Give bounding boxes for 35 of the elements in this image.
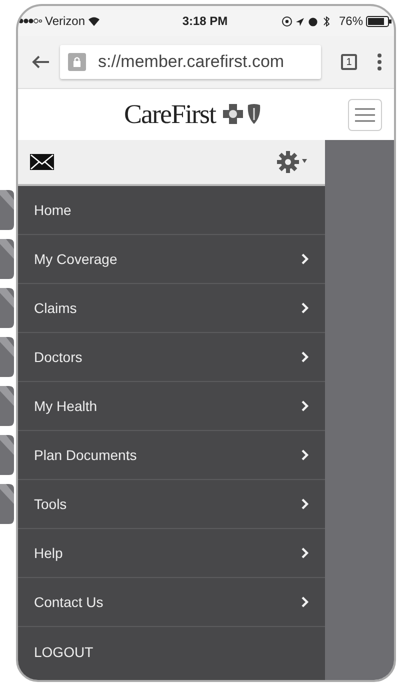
battery-percent: 76% (338, 14, 364, 28)
menu-item-label: Home (34, 202, 72, 218)
menu-item-label: Doctors (34, 349, 82, 365)
side-tab-drawing (0, 337, 14, 377)
side-tab-drawing (0, 435, 14, 475)
address-bar[interactable]: s://member.carefirst.com (60, 45, 321, 79)
menu-item-label: Tools (34, 496, 67, 512)
back-arrow-icon[interactable] (32, 55, 50, 69)
menu-item-label: Plan Documents (34, 447, 137, 463)
url-text: s://member.carefirst.com (98, 52, 284, 72)
menu-icon (355, 108, 375, 122)
wifi-icon (88, 16, 100, 26)
side-tab-drawing (0, 484, 14, 524)
clock-time: 3:18 PM (182, 14, 228, 28)
menu-item-label: Help (34, 545, 63, 561)
carrier-name: Verizon (45, 14, 86, 28)
battery-icon (366, 16, 392, 26)
menu-item-label: My Health (34, 398, 98, 414)
menu-item-label: LOGOUT (34, 644, 94, 660)
side-tab-drawing (0, 190, 14, 230)
logo-text: CareFirst (124, 99, 216, 130)
lock-icon (68, 53, 86, 71)
menu-button[interactable] (348, 98, 382, 130)
tab-count-button[interactable]: 1 (341, 54, 357, 70)
menu-item[interactable]: LOGOUT (18, 627, 325, 676)
settings-icon[interactable] (277, 151, 307, 173)
mail-icon[interactable] (30, 154, 54, 170)
menu-item-label: Contact Us (34, 594, 104, 610)
menu-item-label: Claims (34, 300, 77, 316)
side-tab-drawing (0, 239, 14, 279)
signal-icon (18, 18, 42, 24)
side-tab-drawing (0, 386, 14, 426)
more-menu-icon[interactable] (377, 53, 382, 71)
side-tab-drawing (0, 288, 14, 328)
menu-item-label: My Coverage (34, 251, 118, 267)
